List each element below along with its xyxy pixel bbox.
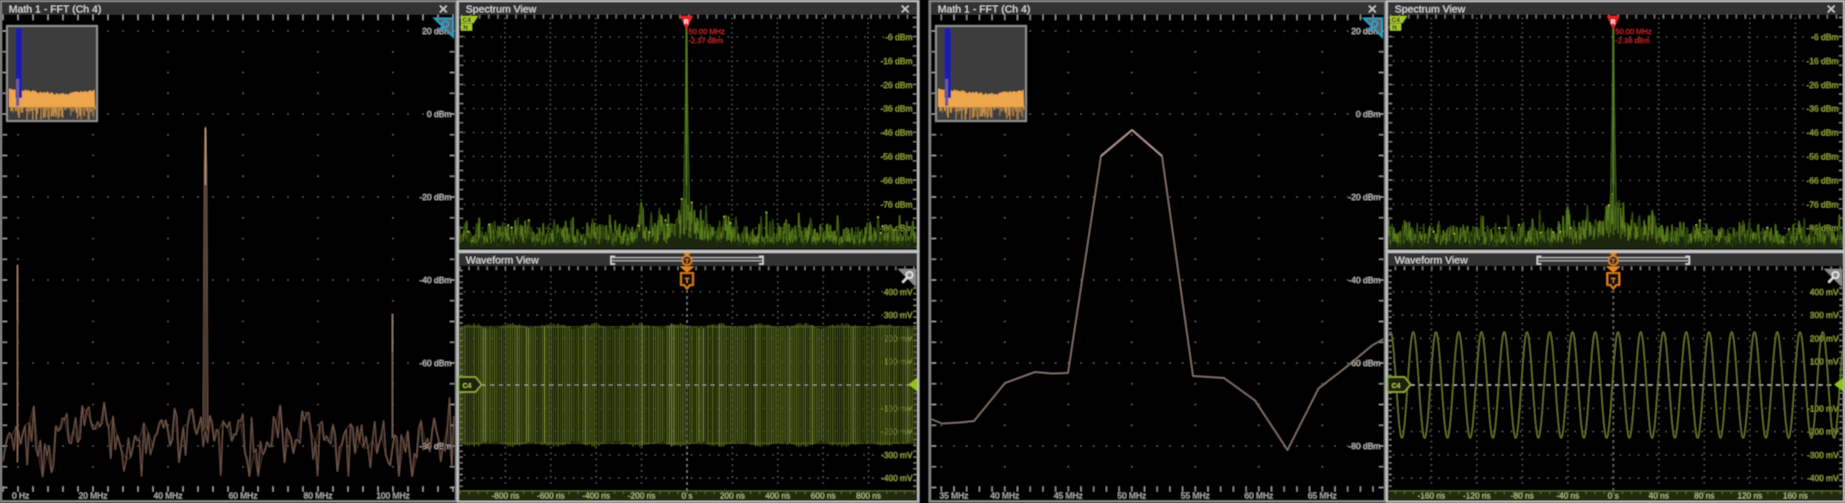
svg-text:-400 mV: -400 mV	[1807, 473, 1839, 483]
svg-text:100 mV: 100 mV	[1810, 357, 1839, 367]
svg-text:35 MHz: 35 MHz	[940, 491, 969, 501]
svg-text:55 MHz: 55 MHz	[1181, 491, 1210, 501]
svg-text:Spectrum View: Spectrum View	[466, 3, 537, 15]
svg-text:-300 mV: -300 mV	[1807, 450, 1839, 460]
svg-text:0 Hz: 0 Hz	[12, 491, 29, 501]
svg-text:-76 dBm: -76 dBm	[1806, 199, 1838, 209]
svg-text:-400 mV: -400 mV	[881, 473, 913, 483]
svg-text:-56 dBm: -56 dBm	[1806, 152, 1838, 162]
svg-text:-200 mV: -200 mV	[1807, 427, 1839, 437]
svg-text:C4: C4	[1392, 383, 1401, 390]
svg-text:-46 dBm: -46 dBm	[880, 128, 912, 138]
svg-text:C4: C4	[463, 17, 472, 24]
svg-text:60 MHz: 60 MHz	[229, 491, 258, 501]
svg-text:-16 dBm: -16 dBm	[880, 56, 912, 66]
svg-text:T: T	[685, 276, 690, 285]
svg-text:-80 dBm: -80 dBm	[1348, 441, 1380, 451]
svg-text:Math 1 - FFT (Ch 4): Math 1 - FFT (Ch 4)	[938, 3, 1031, 15]
svg-text:50.00 MHz: 50.00 MHz	[1615, 27, 1652, 36]
svg-text:-36 dBm: -36 dBm	[1806, 104, 1838, 114]
svg-text:65 MHz: 65 MHz	[1308, 491, 1337, 501]
svg-text:400 mV: 400 mV	[1810, 287, 1839, 297]
svg-text:0 dBm: 0 dBm	[1356, 109, 1381, 119]
svg-text:N: N	[463, 25, 468, 32]
svg-text:-300 mV: -300 mV	[881, 450, 913, 460]
svg-text:-26 dBm: -26 dBm	[1806, 80, 1838, 90]
svg-text:-20 dBm: -20 dBm	[1348, 192, 1380, 202]
svg-text:Math 1 - FFT (Ch 4): Math 1 - FFT (Ch 4)	[9, 3, 102, 15]
svg-text:300 mV: 300 mV	[1810, 310, 1839, 320]
svg-text:-100 mV: -100 mV	[1807, 403, 1839, 413]
svg-text:100 MHz: 100 MHz	[376, 491, 410, 501]
svg-text:-60 dBm: -60 dBm	[1348, 358, 1380, 368]
svg-text:C4: C4	[1392, 17, 1401, 24]
svg-text:R: R	[1611, 19, 1616, 26]
svg-text:-20 dBm: -20 dBm	[419, 192, 451, 202]
svg-text:-6 dBm: -6 dBm	[885, 32, 912, 42]
svg-text:-16 dBm: -16 dBm	[1806, 56, 1838, 66]
svg-text:-66 dBm: -66 dBm	[880, 175, 912, 185]
svg-text:40 MHz: 40 MHz	[990, 491, 1019, 501]
svg-text:Spectrum View: Spectrum View	[1395, 3, 1466, 15]
svg-text:400 mV: 400 mV	[884, 287, 913, 297]
svg-text:C4: C4	[463, 383, 472, 390]
svg-text:-40 dBm: -40 dBm	[1348, 275, 1380, 285]
svg-text:-60 dBm: -60 dBm	[419, 358, 451, 368]
svg-text:T: T	[1611, 258, 1615, 265]
svg-text:60 MHz: 60 MHz	[1244, 491, 1273, 501]
svg-text:50.00 MHz: 50.00 MHz	[689, 27, 726, 36]
svg-text:50 MHz: 50 MHz	[1117, 491, 1146, 501]
svg-text:80 MHz: 80 MHz	[304, 491, 333, 501]
svg-text:-36 dBm: -36 dBm	[880, 104, 912, 114]
svg-text:-2.37 dBm: -2.37 dBm	[689, 36, 724, 45]
svg-text:T: T	[1611, 276, 1616, 285]
svg-text:N: N	[1392, 25, 1397, 32]
svg-text:T: T	[685, 258, 689, 265]
svg-text:0 dBm: 0 dBm	[427, 109, 452, 119]
svg-text:R: R	[684, 19, 689, 26]
svg-text:Waveform View: Waveform View	[1395, 254, 1468, 266]
svg-text:20 MHz: 20 MHz	[79, 491, 108, 501]
svg-text:-6 dBm: -6 dBm	[1811, 32, 1838, 42]
svg-text:-66 dBm: -66 dBm	[1806, 175, 1838, 185]
svg-text:-26 dBm: -26 dBm	[880, 80, 912, 90]
svg-text:-2.38 dBm: -2.38 dBm	[1615, 36, 1650, 45]
svg-text:40 MHz: 40 MHz	[154, 491, 183, 501]
svg-text:45 MHz: 45 MHz	[1054, 491, 1083, 501]
svg-text:300 mV: 300 mV	[884, 310, 913, 320]
svg-text:-46 dBm: -46 dBm	[1806, 128, 1838, 138]
svg-text:-76 dBm: -76 dBm	[880, 199, 912, 209]
svg-text:-40 dBm: -40 dBm	[419, 275, 451, 285]
svg-text:Waveform View: Waveform View	[466, 254, 539, 266]
svg-text:-56 dBm: -56 dBm	[880, 152, 912, 162]
